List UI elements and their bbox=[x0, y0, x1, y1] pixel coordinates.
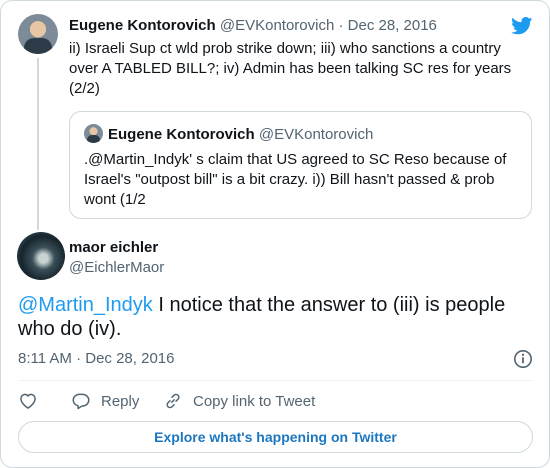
main-tweet-text: @Martin_Indyk I notice that the answer t… bbox=[18, 293, 533, 341]
link-icon bbox=[166, 393, 180, 409]
thread-connector-line bbox=[37, 58, 39, 230]
divider bbox=[18, 380, 533, 381]
parent-author-handle[interactable]: @EVKontorovich bbox=[220, 17, 334, 34]
main-author-avatar[interactable] bbox=[17, 232, 65, 280]
tweet-timestamp[interactable]: 8:11 AM · Dec 28, 2016 bbox=[18, 350, 174, 367]
parent-tweet-header: Eugene Kontorovich @EVKontorovich · Dec … bbox=[69, 17, 437, 34]
quoted-author-handle: @EVKontorovich bbox=[258, 126, 374, 143]
quoted-author-avatar bbox=[84, 124, 103, 143]
copy-link-label: Copy link to Tweet bbox=[193, 392, 316, 410]
quoted-tweet-header: Eugene Kontorovich @EVKontorovich bbox=[108, 126, 373, 143]
main-author-handle[interactable]: @EichlerMaor bbox=[69, 259, 164, 276]
like-button[interactable] bbox=[18, 390, 38, 412]
heart-icon bbox=[20, 393, 36, 409]
mention-link[interactable]: @Martin_Indyk bbox=[18, 294, 153, 316]
quoted-author-name: Eugene Kontorovich bbox=[108, 126, 255, 143]
reply-label: Reply bbox=[101, 392, 140, 410]
parent-author-avatar[interactable] bbox=[18, 14, 58, 54]
header-separator: · bbox=[338, 17, 344, 34]
quoted-tweet-text: .@Martin_Indyk' s claim that US agreed t… bbox=[84, 151, 507, 208]
embedded-tweet-card: Eugene Kontorovich @EVKontorovich · Dec … bbox=[0, 0, 550, 468]
twitter-bird-icon[interactable] bbox=[511, 17, 533, 35]
parent-tweet-date[interactable]: Dec 28, 2016 bbox=[348, 17, 437, 34]
main-author-name[interactable]: maor eichler bbox=[69, 239, 158, 256]
comment-bubble-icon bbox=[72, 393, 90, 410]
explore-button[interactable]: Explore what's happening on Twitter bbox=[18, 421, 533, 453]
info-icon[interactable] bbox=[513, 349, 533, 369]
quoted-tweet[interactable]: Eugene Kontorovich @EVKontorovich .@Mart… bbox=[69, 111, 532, 219]
parent-author-name[interactable]: Eugene Kontorovich bbox=[69, 17, 216, 34]
parent-tweet-text: ii) Israeli Sup ct wld prob strike down;… bbox=[69, 40, 512, 97]
copy-link-button[interactable]: Copy link to Tweet bbox=[163, 390, 315, 412]
reply-button[interactable]: Reply bbox=[71, 390, 139, 412]
